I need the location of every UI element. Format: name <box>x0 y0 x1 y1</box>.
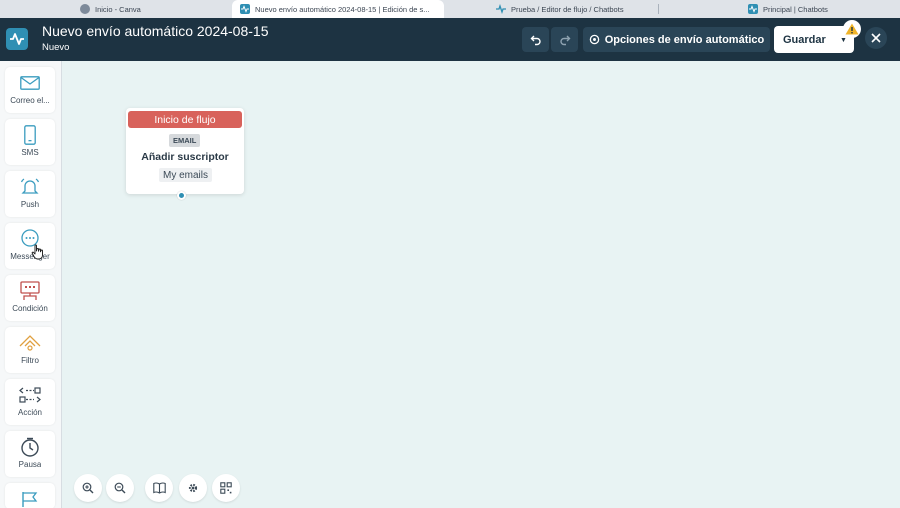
browser-tab-label: Principal | Chatbots <box>763 4 828 14</box>
automation-options-label: Opciones de envío automático <box>604 33 765 46</box>
sidebar-item-label: Acción <box>17 408 42 417</box>
browser-tab-label: Prueba / Editor de flujo / Chatbots <box>511 4 624 14</box>
browser-tab-canva[interactable]: Inicio - Canva <box>72 0 222 18</box>
close-icon <box>871 33 881 43</box>
warning-icon[interactable] <box>843 20 861 38</box>
flow-node-header: Inicio de flujo <box>128 111 242 128</box>
save-button-label: Guardar <box>783 33 826 46</box>
bell-icon <box>19 177 41 197</box>
save-button[interactable]: Guardar ▼ <box>774 26 854 53</box>
hand-cursor-icon <box>31 244 43 260</box>
sidebar-item-filter[interactable]: Filtro <box>5 327 55 373</box>
browser-tab-strip: Inicio - Canva Nuevo envío automático 20… <box>0 0 900 18</box>
condition-icon <box>19 281 41 301</box>
sidebar-item-label: Push <box>20 200 40 209</box>
browser-tab-label: Inicio - Canva <box>95 4 141 14</box>
automation-options-button[interactable]: Opciones de envío automático <box>583 27 770 52</box>
chatbot-favicon-icon <box>496 4 506 14</box>
minimap-button[interactable] <box>212 474 240 502</box>
flow-node-title: Añadir suscriptor <box>141 151 229 163</box>
zoom-out-button[interactable] <box>106 474 134 502</box>
grid-icon <box>220 482 232 494</box>
tab-divider <box>658 4 659 14</box>
chevron-down-icon[interactable]: ▼ <box>840 37 847 44</box>
redo-icon <box>559 35 570 45</box>
sidebar-item-sms[interactable]: SMS <box>5 119 55 165</box>
sidebar-item-label: Pausa <box>18 460 42 469</box>
browser-tab-chatbots[interactable]: Principal | Chatbots <box>740 0 890 18</box>
clock-icon <box>19 437 41 457</box>
sidebar-item-push[interactable]: Push <box>5 171 55 217</box>
page-title: Nuevo envío automático 2024-08-15 <box>42 23 269 39</box>
undo-icon <box>530 35 541 45</box>
flag-icon <box>19 489 41 508</box>
list-name-badge: My emails <box>159 168 213 182</box>
browser-tab-editor[interactable]: Nuevo envío automático 2024-08-15 | Edic… <box>232 0 444 18</box>
browser-tab-chatbot-editor[interactable]: Prueba / Editor de flujo / Chatbots <box>488 0 648 18</box>
sidebar-item-pause[interactable]: Pausa <box>5 431 55 477</box>
gear-icon <box>188 483 198 493</box>
guide-button[interactable] <box>145 474 173 502</box>
zoom-in-icon <box>82 482 94 494</box>
sidebar-item-condition[interactable]: Condición <box>5 275 55 321</box>
redo-button[interactable] <box>551 27 578 52</box>
browser-tab-label: Nuevo envío automático 2024-08-15 | Edic… <box>255 4 430 14</box>
filter-icon <box>19 333 41 353</box>
sidebar-item-label: Correo el... <box>10 96 50 105</box>
close-button[interactable] <box>865 27 887 49</box>
sidebar-item-label: SMS <box>21 148 39 157</box>
undo-button[interactable] <box>522 27 549 52</box>
phone-icon <box>19 125 41 145</box>
status-label: Nuevo <box>42 42 70 53</box>
app-favicon-icon <box>240 4 250 14</box>
app-header: Nuevo envío automático 2024-08-15 Nuevo … <box>0 18 900 61</box>
zoom-out-icon <box>114 482 126 494</box>
mail-icon <box>19 73 41 93</box>
sidebar-item-email[interactable]: Correo el... <box>5 67 55 113</box>
zoom-in-button[interactable] <box>74 474 102 502</box>
channel-badge: EMAIL <box>169 134 201 147</box>
book-icon <box>152 482 166 494</box>
sidebar-item-goal[interactable] <box>5 483 55 508</box>
node-palette-sidebar: Correo el... SMS Push Messenger Condició… <box>0 61 62 508</box>
node-output-port[interactable] <box>177 191 186 200</box>
canva-favicon-icon <box>80 4 90 14</box>
gear-icon <box>589 34 599 45</box>
flow-start-node[interactable]: Inicio de flujo EMAIL Añadir suscriptor … <box>126 108 244 194</box>
app-favicon-icon <box>748 4 758 14</box>
action-icon <box>19 385 41 405</box>
settings-button[interactable] <box>179 474 207 502</box>
sidebar-item-label: Filtro <box>21 356 39 365</box>
sidebar-item-action[interactable]: Acción <box>5 379 55 425</box>
sidebar-item-label: Condición <box>12 304 48 313</box>
sidebar-item-messenger[interactable]: Messenger <box>5 223 55 269</box>
app-logo-icon <box>6 28 28 50</box>
